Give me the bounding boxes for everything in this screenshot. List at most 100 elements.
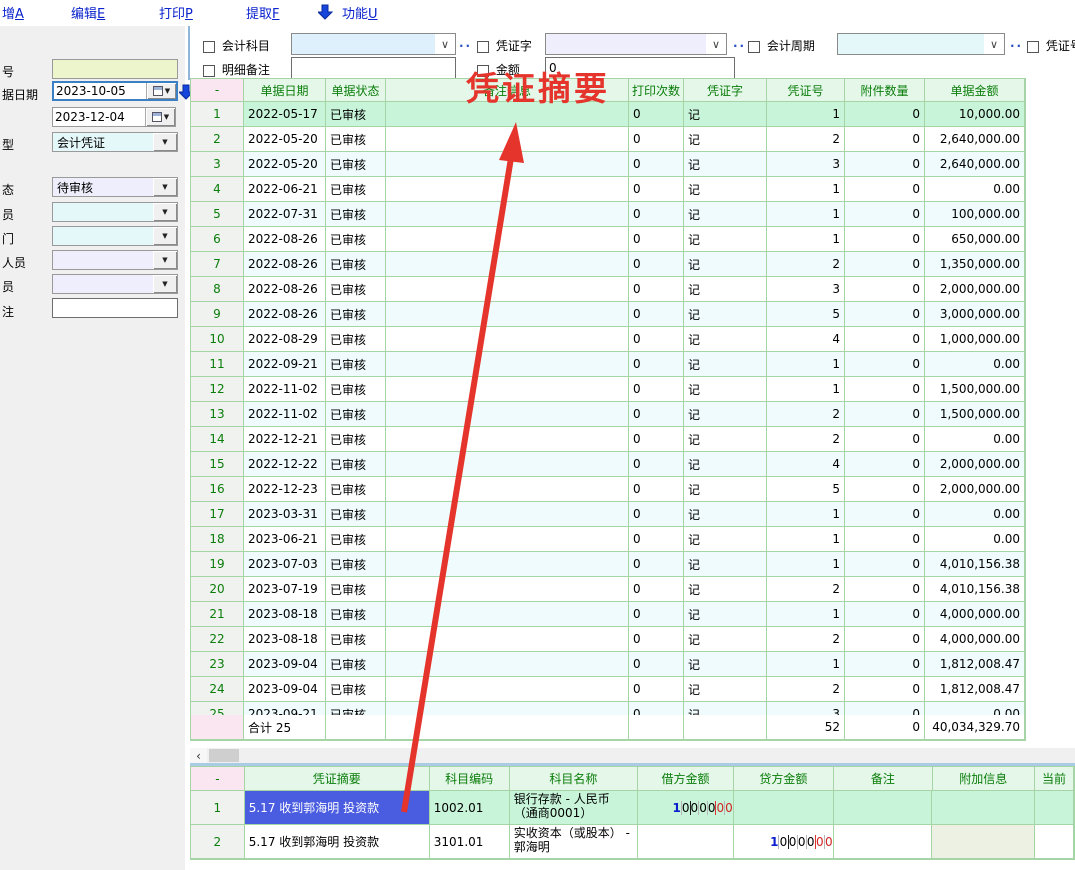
grid-cell: 已审核: [326, 177, 386, 202]
grid-cell: 2022-06-21: [244, 177, 326, 202]
voucher-row[interactable]: 132022-11-02已审核0记201,500,000.00: [191, 402, 1025, 427]
ledger-amount-cell: 1000000: [734, 825, 834, 859]
note-input[interactable]: [52, 298, 178, 318]
grid-cell: 附件数量: [845, 79, 925, 102]
grid-cell: [386, 702, 629, 715]
grid-cell: [386, 452, 629, 477]
chevron-down-icon[interactable]: ∨: [984, 34, 1004, 54]
grid-cell: 已审核: [326, 377, 386, 402]
scroll-left-button[interactable]: ‹: [190, 748, 207, 763]
voucher-row[interactable]: 182023-06-21已审核0记100.00: [191, 527, 1025, 552]
grid-cell: 已审核: [326, 652, 386, 677]
voucher-word-browse-button[interactable]: ..: [733, 36, 746, 50]
chevron-down-icon[interactable]: ▼: [153, 227, 177, 245]
grid-cell: 记: [684, 102, 767, 127]
toolbar-button-0[interactable]: 增A: [2, 3, 24, 22]
voucher-row[interactable]: 212023-08-18已审核0记104,000,000.00: [191, 602, 1025, 627]
doc-no-input[interactable]: [52, 59, 178, 79]
horizontal-scrollbar[interactable]: ‹: [190, 748, 1075, 763]
period-combo[interactable]: ∨: [837, 33, 1005, 55]
date-from-input[interactable]: [54, 83, 146, 99]
function-down-arrow-icon[interactable]: [318, 4, 333, 21]
scrollbar-thumb[interactable]: [209, 749, 239, 762]
voucher-row[interactable]: 92022-08-26已审核0记503,000,000.00: [191, 302, 1025, 327]
voucher-row[interactable]: 142022-12-21已审核0记200.00: [191, 427, 1025, 452]
grid-cell: 9: [191, 302, 244, 327]
detail-note-checkbox[interactable]: [203, 65, 215, 77]
amount-input[interactable]: [545, 57, 735, 79]
voucher-row[interactable]: 192023-07-03已审核0记104,010,156.38: [191, 552, 1025, 577]
grid-cell: 0: [845, 452, 925, 477]
voucher-row[interactable]: 22022-05-20已审核0记202,640,000.00: [191, 127, 1025, 152]
voucher-summary-cell[interactable]: 5.17 收到郭海明 投资款: [245, 791, 430, 825]
chevron-down-icon[interactable]: ▼: [153, 275, 177, 293]
grid-cell: 4,000,000.00: [925, 627, 1025, 652]
voucher-word-checkbox[interactable]: [477, 41, 489, 53]
voucher-no-checkbox[interactable]: [1027, 41, 1039, 53]
voucher-row[interactable]: 32022-05-20已审核0记302,640,000.00: [191, 152, 1025, 177]
chevron-down-icon[interactable]: ▼: [153, 203, 177, 221]
voucher-row[interactable]: 12022-05-17已审核0记1010,000.00: [191, 102, 1025, 127]
period-browse-button[interactable]: ..: [1010, 36, 1023, 50]
accounting-subject-combo[interactable]: ∨: [291, 33, 456, 55]
toolbar-button-3[interactable]: 提取F: [246, 3, 280, 22]
chevron-down-icon[interactable]: ▼: [153, 251, 177, 269]
voucher-row[interactable]: 242023-09-04已审核0记201,812,008.47: [191, 677, 1025, 702]
voucher-row[interactable]: 112022-09-21已审核0记100.00: [191, 352, 1025, 377]
toolbar-button-1[interactable]: 编辑E: [71, 3, 105, 22]
status-combo[interactable]: 待审核 ▼: [52, 177, 178, 197]
voucher-row[interactable]: 222023-08-18已审核0记204,000,000.00: [191, 627, 1025, 652]
voucher-row[interactable]: 72022-08-26已审核0记201,350,000.00: [191, 252, 1025, 277]
grid-cell: 0: [629, 127, 684, 152]
chevron-down-icon[interactable]: ∨: [435, 34, 455, 54]
date-to-calendar-button[interactable]: ▼: [145, 108, 175, 126]
doc-type-combo[interactable]: 会计凭证 ▼: [52, 132, 178, 152]
grid-cell: 2: [191, 825, 245, 859]
voucher-row[interactable]: 202023-07-19已审核0记204,010,156.38: [191, 577, 1025, 602]
grid-cell: 0.00: [925, 427, 1025, 452]
voucher-summary-cell[interactable]: 5.17 收到郭海明 投资款: [245, 825, 430, 859]
auditor-combo[interactable]: ▼: [52, 274, 178, 294]
grid-cell: 2023-06-21: [244, 527, 326, 552]
date-from-calendar-button[interactable]: ▼: [146, 83, 176, 99]
entry-row[interactable]: 25.17 收到郭海明 投资款3101.01实收资本（或股本） - 郭海明100…: [191, 825, 1074, 859]
voucher-row[interactable]: 172023-03-31已审核0记100.00: [191, 502, 1025, 527]
voucher-row[interactable]: 122022-11-02已审核0记101,500,000.00: [191, 377, 1025, 402]
amount-checkbox[interactable]: [477, 65, 489, 77]
grid-cell: 650,000.00: [925, 227, 1025, 252]
chevron-down-icon[interactable]: ▼: [153, 133, 177, 151]
grid-cell: 0: [845, 252, 925, 277]
grid-cell: 4,000,000.00: [925, 602, 1025, 627]
voucher-row[interactable]: 42022-06-21已审核0记100.00: [191, 177, 1025, 202]
voucher-word-combo[interactable]: ∨: [545, 33, 727, 55]
grid-cell: 3: [767, 702, 845, 715]
voucher-row[interactable]: 232023-09-04已审核0记101,812,008.47: [191, 652, 1025, 677]
date-to-input[interactable]: [53, 108, 145, 126]
voucher-row[interactable]: 62022-08-26已审核0记10650,000.00: [191, 227, 1025, 252]
voucher-row[interactable]: 162022-12-23已审核0记502,000,000.00: [191, 477, 1025, 502]
department-combo[interactable]: ▼: [52, 226, 178, 246]
subject-browse-button[interactable]: ..: [459, 36, 472, 50]
detail-note-input[interactable]: [291, 57, 456, 79]
voucher-row[interactable]: 52022-07-31已审核0记10100,000.00: [191, 202, 1025, 227]
grid-cell: 记: [684, 152, 767, 177]
grid-cell: 3: [767, 277, 845, 302]
operator-combo[interactable]: ▼: [52, 202, 178, 222]
toolbar-button-2[interactable]: 打印P: [159, 3, 193, 22]
accounting-subject-checkbox[interactable]: [203, 41, 215, 53]
chevron-down-icon[interactable]: ▼: [153, 178, 177, 196]
entry-row[interactable]: 15.17 收到郭海明 投资款1002.01银行存款 - 人民币（通商0001）…: [191, 791, 1074, 825]
filter-voucher-no: 凭证号: [1027, 37, 1075, 54]
voucher-row-partial[interactable]: 252023-09-21已审核0记300.00: [191, 702, 1025, 715]
chevron-down-icon[interactable]: ∨: [706, 34, 726, 54]
voucher-row[interactable]: 152022-12-22已审核0记402,000,000.00: [191, 452, 1025, 477]
voucher-row[interactable]: 102022-08-29已审核0记401,000,000.00: [191, 327, 1025, 352]
voucher-row[interactable]: 82022-08-26已审核0记302,000,000.00: [191, 277, 1025, 302]
grid-cell: 记: [684, 427, 767, 452]
grid-cell: 40,034,329.70: [925, 715, 1025, 740]
grid-cell: 19: [191, 552, 244, 577]
period-checkbox[interactable]: [748, 41, 760, 53]
toolbar-button-4[interactable]: 功能U: [342, 3, 378, 22]
grid-cell: 记: [684, 577, 767, 602]
person-combo[interactable]: ▼: [52, 250, 178, 270]
